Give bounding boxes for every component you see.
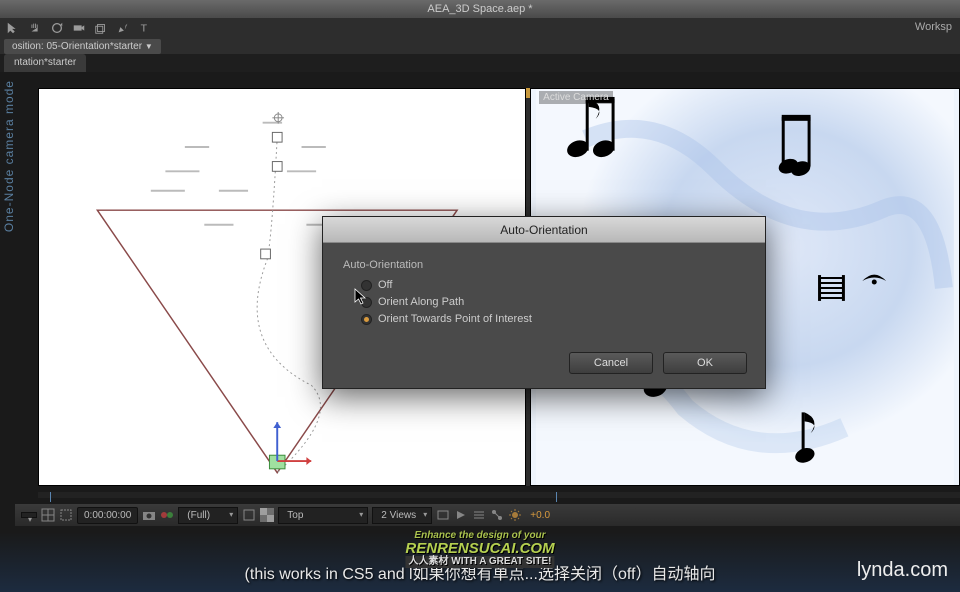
radio-orient-towards-poi[interactable]: Orient Towards Point of Interest — [361, 313, 745, 325]
dialog-titlebar: Auto-Orientation — [323, 217, 765, 243]
radio-off[interactable]: Off — [361, 279, 745, 291]
radio-icon — [361, 280, 372, 291]
transparency-grid-icon[interactable] — [260, 508, 274, 522]
pan-behind-tool-icon[interactable] — [94, 21, 108, 35]
window-title: AEA_3D Space.aep * — [427, 3, 532, 15]
timecode-display[interactable]: 0:00:00:00 — [77, 507, 138, 524]
rotate-tool-icon[interactable] — [50, 21, 64, 35]
time-ruler[interactable] — [38, 492, 960, 498]
view-layout-dropdown[interactable]: 2 Views — [372, 507, 432, 524]
cancel-button[interactable]: Cancel — [569, 352, 653, 374]
flowchart-icon[interactable] — [490, 508, 504, 522]
fast-preview-icon[interactable] — [454, 508, 468, 522]
radio-icon — [361, 297, 372, 308]
svg-text:T: T — [141, 23, 148, 35]
radio-label: Orient Along Path — [378, 296, 464, 308]
composition-tab[interactable]: ntation*starter — [4, 54, 86, 72]
camera-tool-icon[interactable] — [72, 21, 86, 35]
text-tool-icon[interactable]: T — [138, 21, 152, 35]
timeline-icon[interactable] — [472, 508, 486, 522]
composition-bar: osition: 05-Orientation*starter ▼ — [0, 38, 960, 54]
viewer-controls: 0:00:00:00 (Full) Top 2 Views +0.0 — [15, 504, 960, 526]
selection-tool-icon[interactable] — [6, 21, 20, 35]
guides-icon[interactable] — [59, 508, 73, 522]
magnification-dropdown[interactable] — [21, 512, 37, 518]
pen-tool-icon[interactable] — [116, 21, 130, 35]
ok-button[interactable]: OK — [663, 352, 747, 374]
exposure-icon[interactable] — [508, 508, 522, 522]
watermark: Enhance the design of your RENRENSUCAI.C… — [405, 531, 554, 568]
radio-icon — [361, 314, 372, 325]
dialog-group-label: Auto-Orientation — [343, 259, 745, 271]
composition-dropdown[interactable]: osition: 05-Orientation*starter ▼ — [4, 39, 161, 54]
show-channel-icon[interactable] — [160, 508, 174, 522]
pixel-aspect-icon[interactable] — [436, 508, 450, 522]
radio-label: Off — [378, 279, 392, 291]
snapshot-icon[interactable] — [142, 508, 156, 522]
grid-icon[interactable] — [41, 508, 55, 522]
main-toolbar: T — [0, 18, 960, 38]
side-annotation: One-Node camera mode — [2, 80, 16, 232]
3d-view-dropdown[interactable]: Top — [278, 507, 368, 524]
hand-tool-icon[interactable] — [28, 21, 42, 35]
radio-label: Orient Towards Point of Interest — [378, 313, 532, 325]
radio-orient-along-path[interactable]: Orient Along Path — [361, 296, 745, 308]
view-label-right: Active Camera — [539, 91, 613, 104]
lynda-logo: lynda.com — [857, 559, 948, 582]
auto-orientation-dialog: Auto-Orientation Auto-Orientation Off Or… — [322, 216, 766, 389]
resolution-dropdown[interactable]: (Full) — [178, 507, 238, 524]
workspace-dropdown[interactable]: Worksp — [907, 18, 960, 38]
window-titlebar: AEA_3D Space.aep * — [0, 0, 960, 18]
roi-icon[interactable] — [242, 508, 256, 522]
panel-tab-bar: ntation*starter — [0, 54, 960, 72]
exposure-value[interactable]: +0.0 — [530, 510, 550, 521]
